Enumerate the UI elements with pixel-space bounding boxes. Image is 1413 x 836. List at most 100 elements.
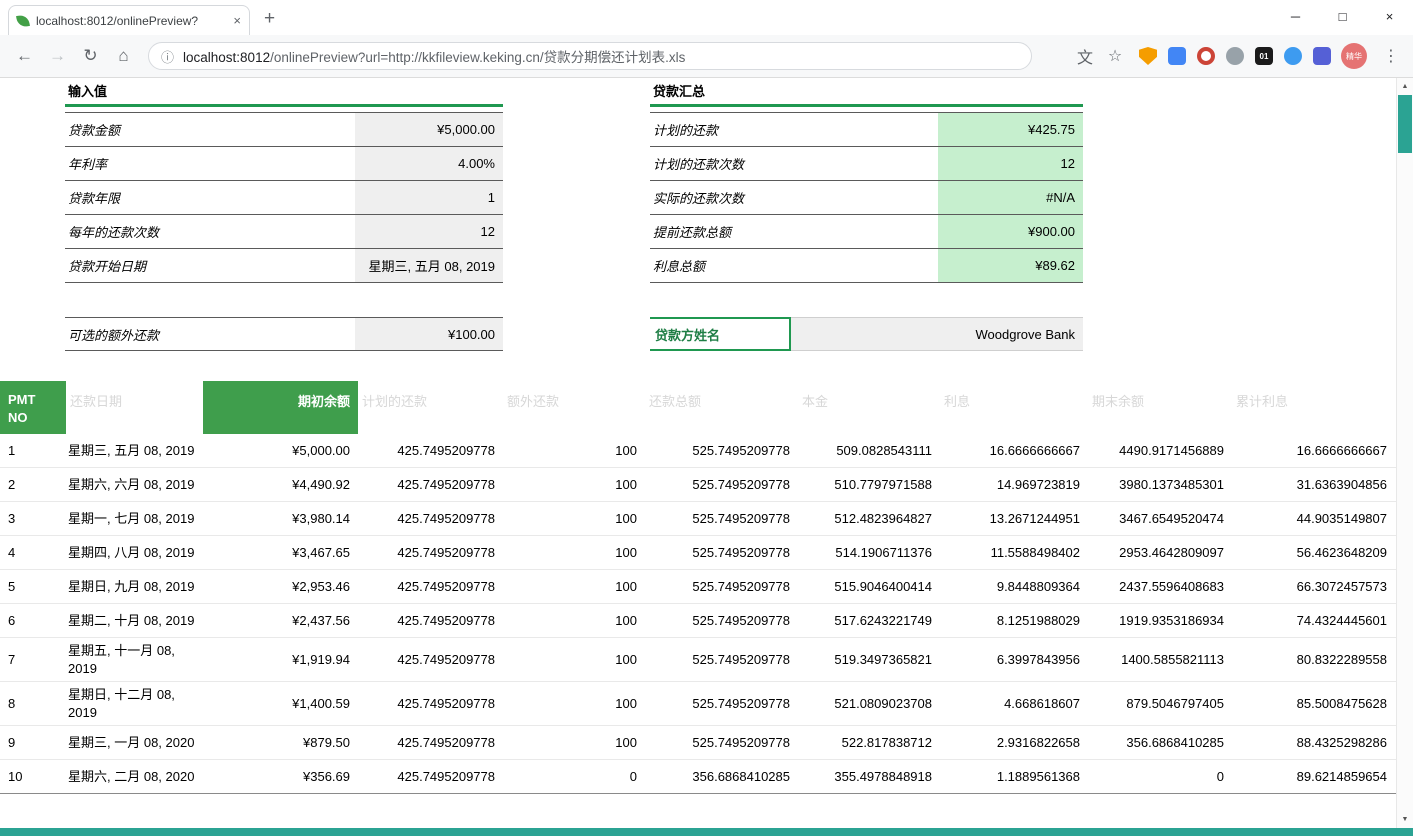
table-body: 1星期三, 五月 08, 2019¥5,000.00425.7495209778…	[0, 434, 1396, 794]
loan-summary-panel: 贷款汇总 计划的还款¥425.75计划的还款次数12实际的还款次数#N/A提前还…	[650, 84, 1083, 351]
cell-scheduled-payment: 425.7495209778	[358, 730, 503, 756]
table-row: 10星期六, 二月 08, 2020¥356.69425.74952097780…	[0, 760, 1396, 794]
row-label: 年利率	[65, 147, 355, 180]
cloud-extension-icon[interactable]	[1284, 47, 1302, 65]
window-minimize-button[interactable]: ─	[1272, 0, 1319, 33]
forward-icon[interactable]: →	[41, 46, 74, 66]
row-value: 星期三, 五月 08, 2019	[355, 249, 503, 282]
home-icon[interactable]: ⌂	[107, 46, 140, 66]
titlebar: localhost:8012/onlinePreview? × + ─ □ ×	[0, 0, 1413, 35]
bird-extension-icon[interactable]	[1313, 47, 1331, 65]
vertical-scroll-thumb[interactable]	[1398, 95, 1412, 153]
opera-extension-icon[interactable]	[1197, 47, 1215, 65]
cell-beginning-balance: ¥3,467.65	[203, 540, 358, 566]
tab-close-icon[interactable]: ×	[233, 13, 241, 28]
cell-cumulative-interest: 31.6363904856	[1232, 472, 1395, 498]
cell-scheduled-payment: 425.7495209778	[358, 506, 503, 532]
horizontal-scroll-thumb[interactable]	[0, 828, 1413, 836]
row-value: 1	[355, 181, 503, 214]
cell-principal: 512.4823964827	[798, 506, 940, 532]
cell-interest: 1.1889561368	[940, 764, 1088, 790]
cell-cumulative-interest: 56.4623648209	[1232, 540, 1395, 566]
cell-ending-balance: 3980.1373485301	[1088, 472, 1232, 498]
row-label: 贷款金额	[65, 113, 355, 146]
cell-scheduled-payment: 425.7495209778	[358, 574, 503, 600]
cell-ending-balance: 356.6868410285	[1088, 730, 1232, 756]
column-header-beginning-balance: 期初余额	[203, 381, 358, 434]
cell-extra-payment: 100	[503, 691, 645, 717]
cell-extra-payment: 100	[503, 574, 645, 600]
cell-cumulative-interest: 74.4324445601	[1232, 608, 1395, 634]
01-badge-extension-icon[interactable]: 01	[1255, 47, 1273, 65]
table-header-row: PMT NO还款日期期初余额计划的还款额外还款还款总额本金利息期末余额累计利息	[0, 381, 1396, 434]
cell-total-payment: 525.7495209778	[645, 574, 798, 600]
translate-icon[interactable]: 文	[1075, 44, 1095, 68]
cell-beginning-balance: ¥2,437.56	[203, 608, 358, 634]
scroll-up-icon[interactable]: ▲	[1397, 78, 1413, 95]
gray-tool-extension-icon[interactable]	[1226, 47, 1244, 65]
column-header-interest: 利息	[940, 381, 1088, 434]
row-value: 12	[355, 215, 503, 248]
bookmark-star-icon[interactable]: ☆	[1105, 46, 1125, 66]
back-icon[interactable]: ←	[8, 46, 41, 66]
page-info-icon[interactable]: ⓘ	[161, 47, 174, 66]
cell-extra-payment: 100	[503, 647, 645, 673]
row-value: 4.00%	[355, 147, 503, 180]
translate-ext-extension-icon[interactable]	[1168, 47, 1186, 65]
window-close-button[interactable]: ×	[1366, 0, 1413, 33]
cell-scheduled-payment: 425.7495209778	[358, 691, 503, 717]
cell-payment-date: 星期六, 六月 08, 2019	[66, 472, 203, 498]
cell-extra-payment: 100	[503, 506, 645, 532]
table-row: 可选的额外还款 ¥100.00	[65, 317, 503, 351]
cell-payment-date: 星期日, 九月 08, 2019	[66, 574, 203, 600]
column-header-extra-payment: 额外还款	[503, 381, 645, 434]
cell-principal: 517.6243221749	[798, 608, 940, 634]
new-tab-button[interactable]: +	[264, 8, 275, 30]
cell-pmt-no: 6	[0, 608, 66, 634]
table-row: 8星期日, 十二月 08, 2019¥1,400.59425.749520977…	[0, 682, 1396, 726]
cell-principal: 515.9046400414	[798, 574, 940, 600]
table-row: 贷款年限1	[65, 181, 503, 215]
reload-icon[interactable]: ↻	[74, 46, 107, 66]
cell-payment-date: 星期一, 七月 08, 2019	[66, 506, 203, 532]
shield-extension-icon[interactable]	[1139, 47, 1157, 65]
profile-avatar[interactable]: 精华	[1341, 43, 1367, 69]
cell-pmt-no: 4	[0, 540, 66, 566]
cell-total-payment: 525.7495209778	[645, 472, 798, 498]
cell-pmt-no: 1	[0, 438, 66, 464]
cell-pmt-no: 8	[0, 691, 66, 717]
loan-summary-table: 计划的还款¥425.75计划的还款次数12实际的还款次数#N/A提前还款总额¥9…	[650, 112, 1083, 283]
window-maximize-button[interactable]: □	[1319, 0, 1366, 33]
browser-tab[interactable]: localhost:8012/onlinePreview? ×	[8, 5, 250, 35]
cell-ending-balance: 2437.5596408683	[1088, 574, 1232, 600]
table-row: 5星期日, 九月 08, 2019¥2,953.46425.7495209778…	[0, 570, 1396, 604]
scroll-down-icon[interactable]: ▼	[1397, 811, 1413, 828]
nav-buttons: ← → ↻ ⌂	[8, 35, 140, 77]
cell-scheduled-payment: 425.7495209778	[358, 647, 503, 673]
cell-ending-balance: 3467.6549520474	[1088, 506, 1232, 532]
cell-extra-payment: 100	[503, 540, 645, 566]
cell-total-payment: 525.7495209778	[645, 730, 798, 756]
cell-cumulative-interest: 85.5008475628	[1232, 691, 1395, 717]
vertical-scrollbar[interactable]: ▲ ▼	[1396, 78, 1413, 828]
table-row: 9星期三, 一月 08, 2020¥879.50425.749520977810…	[0, 726, 1396, 760]
row-value: 12	[938, 147, 1083, 180]
browser-window: localhost:8012/onlinePreview? × + ─ □ × …	[0, 0, 1413, 836]
spreadsheet-preview: 输入值 贷款金额¥5,000.00年利率4.00%贷款年限1每年的还款次数12贷…	[0, 78, 1396, 828]
cell-beginning-balance: ¥3,980.14	[203, 506, 358, 532]
input-values-panel: 输入值 贷款金额¥5,000.00年利率4.00%贷款年限1每年的还款次数12贷…	[65, 84, 503, 351]
cell-extra-payment: 100	[503, 472, 645, 498]
cell-scheduled-payment: 425.7495209778	[358, 472, 503, 498]
amortization-schedule-table: PMT NO还款日期期初余额计划的还款额外还款还款总额本金利息期末余额累计利息 …	[0, 381, 1396, 794]
column-header-pmt-no: PMT NO	[0, 381, 66, 434]
address-bar[interactable]: ⓘ localhost:8012/onlinePreview?url=http:…	[148, 42, 1032, 70]
kkfileview-leaf-favicon	[16, 14, 30, 28]
cell-principal: 509.0828543111	[798, 438, 940, 464]
table-row: 实际的还款次数#N/A	[650, 181, 1083, 215]
table-row: 贷款方姓名 Woodgrove Bank	[650, 317, 1083, 351]
column-header-payment-date: 还款日期	[66, 381, 203, 434]
window-controls: ─ □ ×	[1272, 0, 1413, 33]
cell-principal: 510.7797971588	[798, 472, 940, 498]
browser-menu-icon[interactable]: ⋮	[1377, 46, 1405, 66]
cell-cumulative-interest: 16.6666666667	[1232, 438, 1395, 464]
